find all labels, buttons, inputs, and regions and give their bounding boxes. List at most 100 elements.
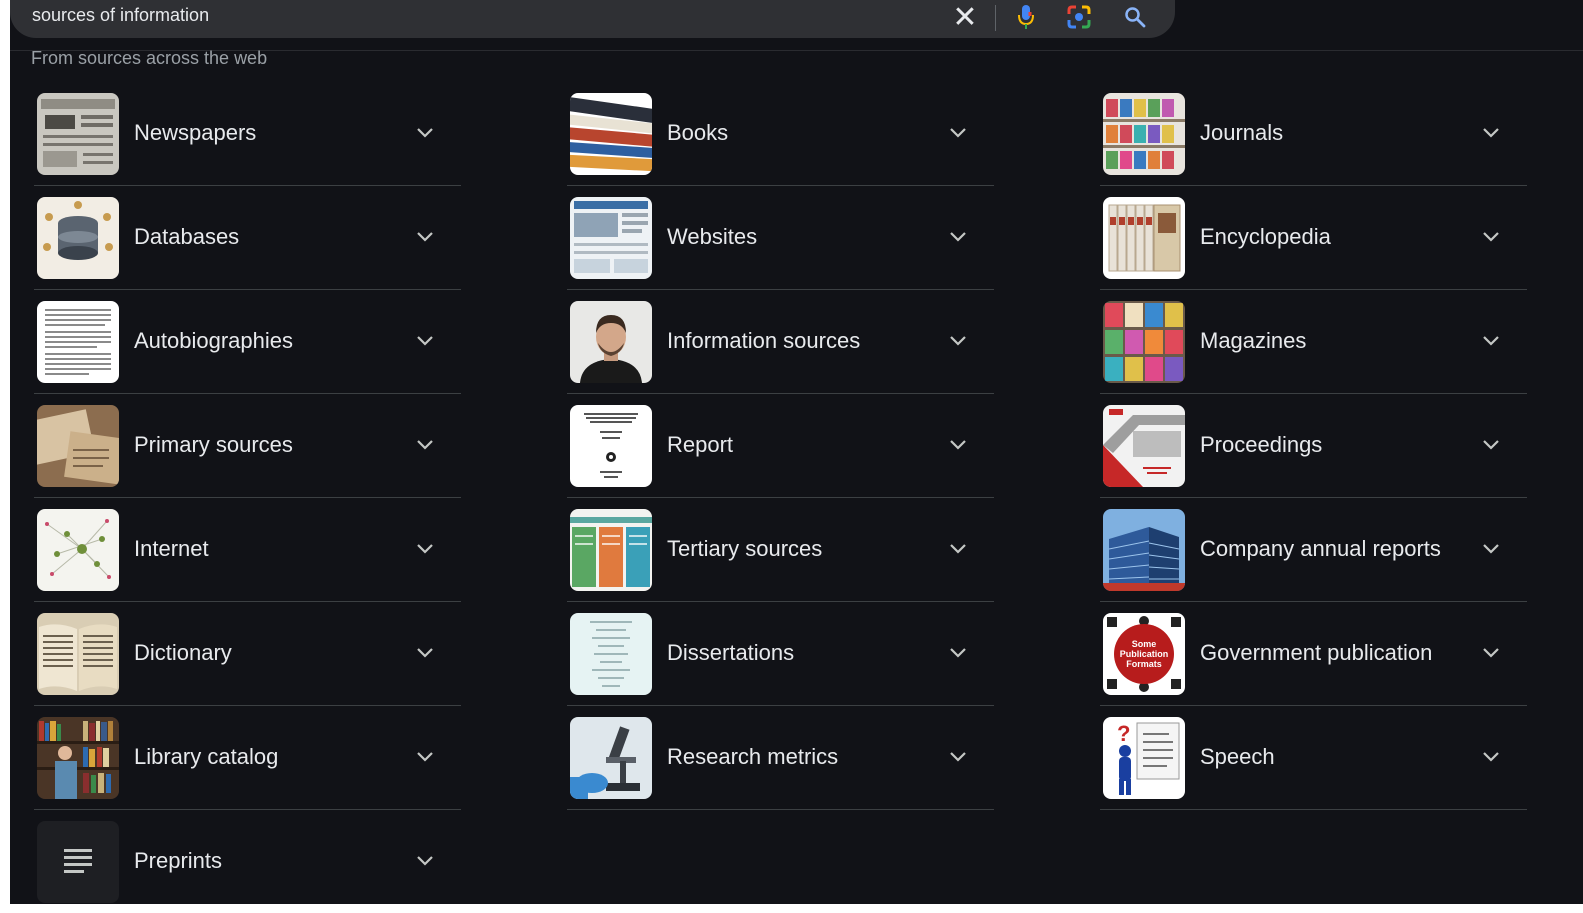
report-cover-thumbnail xyxy=(570,405,652,487)
chevron-down-icon[interactable] xyxy=(415,226,435,246)
result-label: Magazines xyxy=(1200,328,1307,353)
lens-icon[interactable] xyxy=(1064,2,1094,32)
result-government-publication[interactable]: Some Publication Formats Government publ… xyxy=(1100,602,1527,706)
chevron-down-icon[interactable] xyxy=(415,850,435,870)
result-company-annual-reports[interactable]: Company annual reports xyxy=(1100,498,1527,602)
result-label: Databases xyxy=(134,224,240,249)
chevron-down-icon[interactable] xyxy=(415,434,435,454)
lines-icon xyxy=(37,821,119,903)
result-label: Books xyxy=(667,120,729,145)
chevron-down-icon[interactable] xyxy=(415,746,435,766)
svg-text:?: ? xyxy=(1117,721,1130,746)
result-label: Government publication xyxy=(1200,640,1433,665)
document-page-thumbnail xyxy=(37,301,119,383)
microphone-icon[interactable] xyxy=(1011,2,1041,32)
colored-columns-thumbnail xyxy=(570,509,652,591)
result-encyclopedia[interactable]: Encyclopedia xyxy=(1100,186,1527,290)
result-magazines[interactable]: Magazines xyxy=(1100,290,1527,394)
chevron-down-icon[interactable] xyxy=(1481,226,1501,246)
chevron-down-icon[interactable] xyxy=(948,642,968,662)
result-speech[interactable]: ? Speech xyxy=(1100,706,1527,810)
results-column-1: Newspapers Databases Autobiographies Pri… xyxy=(34,82,461,913)
result-label: Research metrics xyxy=(667,744,839,769)
result-label: Autobiographies xyxy=(134,328,294,353)
result-label: Information sources xyxy=(667,328,861,353)
chevron-down-icon[interactable] xyxy=(948,746,968,766)
result-label: Encyclopedia xyxy=(1200,224,1331,249)
microscope-thumbnail xyxy=(570,717,652,799)
chevron-down-icon[interactable] xyxy=(1481,538,1501,558)
section-label: From sources across the web xyxy=(31,48,268,68)
person-portrait-thumbnail xyxy=(570,301,652,383)
magazine-covers-thumbnail xyxy=(1103,301,1185,383)
result-label: Proceedings xyxy=(1200,432,1323,457)
chevron-down-icon[interactable] xyxy=(1481,746,1501,766)
result-databases[interactable]: Databases xyxy=(34,186,461,290)
search-input[interactable]: sources of information xyxy=(32,5,209,26)
result-dissertations[interactable]: Dissertations xyxy=(567,602,994,706)
book-set-thumbnail xyxy=(1103,197,1185,279)
open-book-thumbnail xyxy=(37,613,119,695)
network-map-thumbnail xyxy=(37,509,119,591)
chevron-down-icon[interactable] xyxy=(948,122,968,142)
result-label: Preprints xyxy=(134,848,223,873)
publication-formats-thumbnail: Some Publication Formats xyxy=(1103,613,1185,695)
result-journals[interactable]: Journals xyxy=(1100,82,1527,186)
result-label: Dictionary xyxy=(134,640,232,665)
chevron-down-icon[interactable] xyxy=(415,642,435,662)
result-label: Websites xyxy=(667,224,758,249)
result-preprints[interactable]: Preprints xyxy=(34,810,461,913)
chevron-down-icon[interactable] xyxy=(948,330,968,350)
speaker-figure-thumbnail: ? xyxy=(1103,717,1185,799)
conference-cover-thumbnail xyxy=(1103,405,1185,487)
chevron-down-icon[interactable] xyxy=(415,330,435,350)
result-label: Tertiary sources xyxy=(667,536,823,561)
chevron-down-icon[interactable] xyxy=(948,434,968,454)
result-label: Company annual reports xyxy=(1200,536,1441,561)
result-newspapers[interactable]: Newspapers xyxy=(34,82,461,186)
result-label: Journals xyxy=(1200,120,1284,145)
results-column-3: Journals Encyclopedia Magazines Proceedi… xyxy=(1100,82,1527,810)
result-websites[interactable]: Websites xyxy=(567,186,994,290)
result-tertiary-sources[interactable]: Tertiary sources xyxy=(567,498,994,602)
result-label: Primary sources xyxy=(134,432,293,457)
chevron-down-icon[interactable] xyxy=(415,538,435,558)
webpage-thumbnail xyxy=(570,197,652,279)
magazine-rack-thumbnail xyxy=(1103,93,1185,175)
publication-formats-text: Some Publication Formats xyxy=(1119,639,1169,669)
result-label: Library catalog xyxy=(134,744,279,769)
result-label: Newspapers xyxy=(134,120,257,145)
result-autobiographies[interactable]: Autobiographies xyxy=(34,290,461,394)
result-report[interactable]: Report xyxy=(567,394,994,498)
chevron-down-icon[interactable] xyxy=(1481,642,1501,662)
result-books[interactable]: Books xyxy=(567,82,994,186)
chevron-down-icon[interactable] xyxy=(1481,122,1501,142)
close-icon[interactable]: ✕ xyxy=(950,1,980,34)
document-list-thumbnail xyxy=(570,613,652,695)
result-research-metrics[interactable]: Research metrics xyxy=(567,706,994,810)
chevron-down-icon[interactable] xyxy=(415,122,435,142)
result-label: Dissertations xyxy=(667,640,795,665)
result-primary-sources[interactable]: Primary sources xyxy=(34,394,461,498)
chevron-down-icon[interactable] xyxy=(1481,434,1501,454)
chevron-down-icon[interactable] xyxy=(948,226,968,246)
result-dictionary[interactable]: Dictionary xyxy=(34,602,461,706)
result-library-catalog[interactable]: Library catalog xyxy=(34,706,461,810)
search-bar[interactable]: sources of information ✕ xyxy=(10,0,1175,38)
search-bar-divider xyxy=(995,5,996,31)
old-papers-thumbnail xyxy=(37,405,119,487)
newspaper-thumbnail xyxy=(37,93,119,175)
search-icon[interactable] xyxy=(1120,2,1150,32)
results-column-2: Books Websites Information sources Repor… xyxy=(567,82,994,810)
library-shelves-thumbnail xyxy=(37,717,119,799)
result-information-sources[interactable]: Information sources xyxy=(567,290,994,394)
chevron-down-icon[interactable] xyxy=(1481,330,1501,350)
result-label: Speech xyxy=(1200,744,1275,769)
result-label: Report xyxy=(667,432,734,457)
chevron-down-icon[interactable] xyxy=(948,538,968,558)
result-internet[interactable]: Internet xyxy=(34,498,461,602)
book-stack-thumbnail xyxy=(570,93,652,175)
result-label: Internet xyxy=(134,536,209,561)
database-thumbnail xyxy=(37,197,119,279)
result-proceedings[interactable]: Proceedings xyxy=(1100,394,1527,498)
